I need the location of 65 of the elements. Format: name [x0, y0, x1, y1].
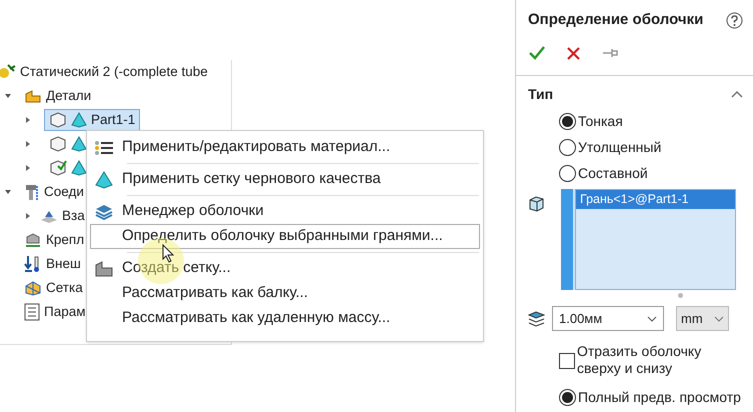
pyramid-icon — [71, 160, 87, 176]
expand-arrow-icon[interactable] — [24, 164, 32, 172]
tree-item[interactable]: Сетка — [46, 278, 83, 298]
radio-label[interactable]: Составной — [578, 162, 648, 184]
expand-arrow-icon[interactable] — [24, 212, 32, 220]
tree-item[interactable]: Соеди — [44, 182, 84, 202]
pyramid-icon — [71, 136, 87, 152]
part-icon — [49, 160, 67, 176]
menu-item[interactable]: Применить/редактировать материал... — [90, 135, 480, 160]
parts-icon — [24, 88, 42, 104]
checkbox[interactable] — [559, 353, 575, 369]
thickness-icon — [528, 310, 545, 327]
radio-label[interactable]: Тонкая — [578, 110, 623, 132]
section-title: Тип — [528, 84, 554, 104]
bolt-icon — [24, 183, 40, 201]
tree-item[interactable]: Вза — [62, 206, 85, 226]
radio-button[interactable] — [559, 389, 576, 406]
close-icon[interactable] — [567, 46, 580, 60]
menu-item[interactable]: Менеджер оболочки — [90, 199, 480, 224]
part-icon — [49, 136, 67, 152]
part-icon — [49, 112, 67, 128]
pin-icon[interactable] — [602, 48, 618, 58]
radio-button[interactable] — [559, 138, 576, 156]
list-icon — [94, 140, 114, 156]
thermometer-icon — [24, 255, 42, 273]
fixture-icon — [24, 232, 42, 248]
face-selection-list[interactable]: Грань<1>@Part1-1 — [561, 189, 736, 290]
tree-item[interactable]: Парам — [44, 302, 86, 322]
menu-item[interactable]: Рассматривать как удаленную массу... — [90, 306, 480, 331]
tree-item[interactable]: Внеш — [46, 254, 81, 274]
study-icon — [0, 63, 16, 81]
dropdown-icon — [714, 316, 724, 322]
study-name[interactable]: Статический 2 (-complete tube — [20, 62, 208, 82]
expand-arrow-icon[interactable] — [24, 140, 32, 148]
pyramid-icon — [71, 112, 87, 128]
tree-item[interactable]: Крепл — [46, 230, 84, 250]
confirm-icon[interactable] — [529, 46, 545, 60]
parameters-icon — [24, 303, 40, 321]
collapse-arrow-icon[interactable] — [4, 92, 12, 100]
resize-handle[interactable] — [678, 292, 683, 298]
expand-arrow-icon[interactable] — [24, 116, 32, 124]
tree-item[interactable]: Детали — [46, 86, 92, 106]
menu-item[interactable]: Рассматривать как балку... — [90, 281, 480, 306]
pyramid-icon — [94, 170, 114, 188]
tree-item[interactable]: Part1-1 — [44, 109, 140, 131]
dropdown-icon — [647, 316, 657, 322]
panel-title: Определение оболочки — [528, 10, 704, 30]
menu-item[interactable]: Применить сетку чернового качества — [90, 167, 480, 192]
layers-icon — [94, 204, 114, 220]
collapse-arrow-icon[interactable] — [4, 188, 12, 196]
menu-item[interactable]: Создать сетку... — [90, 256, 480, 281]
checkbox-label[interactable]: Отразить оболочку сверху и снизу — [577, 343, 737, 377]
cursor-icon — [162, 244, 174, 263]
face-icon — [528, 195, 545, 212]
help-icon[interactable] — [726, 12, 743, 28]
mesh-block-icon — [94, 260, 114, 278]
radio-label[interactable]: Полный предв. просмотр — [578, 387, 741, 408]
thickness-field[interactable]: 1.00мм — [552, 306, 664, 331]
collapse-icon[interactable] — [731, 90, 743, 98]
radio-button[interactable] — [559, 164, 576, 182]
radio-button[interactable] — [559, 112, 576, 130]
mesh-icon — [24, 280, 42, 296]
list-item[interactable]: Грань<1>@Part1-1 — [576, 190, 735, 209]
menu-item[interactable]: Определить оболочку выбранными гранями... — [90, 224, 480, 249]
radio-label[interactable]: Утолщенный — [578, 136, 662, 158]
